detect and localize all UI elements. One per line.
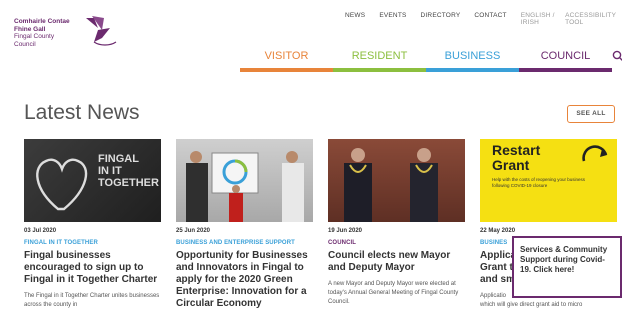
- logo-english-line1: Fingal County: [14, 33, 55, 40]
- image-caption-line2: IN IT: [98, 165, 122, 177]
- news-card[interactable]: FINGAL IN IT TOGETHER 03 Jul 2020 FINGAL…: [24, 139, 161, 310]
- news-title[interactable]: Opportunity for Businesses and Innovator…: [176, 250, 313, 310]
- image-caption-line1: FINGAL: [98, 153, 139, 165]
- nav-business-label: BUSINESS: [444, 50, 501, 62]
- bird-logo-icon: [86, 16, 117, 46]
- nav-visitor[interactable]: VISITOR: [240, 46, 333, 72]
- main-nav: VISITOR RESIDENT BUSINESS COUNCIL: [240, 46, 622, 72]
- nav-contact-link[interactable]: CONTACT: [474, 12, 506, 26]
- nav-resident-bar: [333, 68, 426, 72]
- covid-support-popup[interactable]: Services & Community Support during Covi…: [512, 236, 622, 298]
- nav-resident[interactable]: RESIDENT: [333, 46, 426, 72]
- nav-visitor-bar: [240, 68, 333, 72]
- nav-directory-link[interactable]: DIRECTORY: [421, 12, 461, 26]
- news-summary: The Fingal in it Together Charter unites…: [24, 293, 160, 308]
- news-title[interactable]: Fingal businesses encouraged to sign up …: [24, 250, 161, 286]
- logo-irish-line2: Fhine Gall: [14, 25, 46, 33]
- news-card-image: Restart Grant Help with the costs of reo…: [480, 139, 617, 222]
- latest-news-heading: Latest News: [24, 101, 140, 124]
- logo-english-line2: Council: [14, 40, 36, 48]
- news-category[interactable]: FINGAL IN IT TOGETHER: [24, 240, 161, 246]
- nav-business-bar: [426, 68, 519, 72]
- search-icon[interactable]: [612, 50, 622, 62]
- nav-council-label: COUNCIL: [540, 50, 591, 62]
- photo-illustration: [186, 151, 304, 222]
- nav-news-link[interactable]: NEWS: [345, 12, 365, 26]
- logo-text: Comhairle Contae Fhine Gall Fingal Count…: [14, 18, 70, 48]
- restart-grant-line2: Grant: [492, 157, 530, 173]
- council-logo[interactable]: Comhairle Contae Fhine Gall Fingal Count…: [14, 12, 124, 56]
- news-date: 03 Jul 2020: [24, 228, 57, 234]
- image-caption: FINGAL IN IT TOGETHER: [98, 153, 159, 189]
- photo-illustration: [344, 148, 438, 222]
- see-all-button[interactable]: SEE ALL: [567, 105, 615, 123]
- news-card[interactable]: 19 Jun 2020 COUNCIL Council elects new M…: [328, 139, 465, 307]
- news-card-image: [328, 139, 465, 222]
- nav-resident-label: RESIDENT: [351, 50, 408, 62]
- image-caption-line3: TOGETHER: [98, 177, 159, 189]
- news-card-image: FINGAL IN IT TOGETHER: [24, 139, 161, 222]
- nav-visitor-label: VISITOR: [264, 50, 309, 62]
- news-date: 25 Jun 2020: [176, 228, 211, 234]
- news-summary-line2: which will give direct grant aid to micr…: [480, 302, 583, 308]
- restart-grant-line1: Restart: [492, 142, 541, 158]
- news-card[interactable]: 25 Jun 2020 BUSINESS AND ENTERPRISE SUPP…: [176, 139, 313, 310]
- nav-business[interactable]: BUSINESS: [426, 46, 519, 72]
- utility-nav: NEWS EVENTS DIRECTORY CONTACT ENGLISH / …: [345, 12, 622, 26]
- restart-grant-subtext: Help with the costs of reopening your bu…: [492, 177, 586, 188]
- news-date: 19 Jun 2020: [328, 228, 363, 234]
- refresh-arrow-icon: [582, 145, 608, 162]
- news-category[interactable]: BUSINESS AND ENTERPRISE SUPPORT: [176, 240, 313, 246]
- nav-events-link[interactable]: EVENTS: [379, 12, 406, 26]
- nav-council-bar: [519, 68, 612, 72]
- accessibility-tools-link[interactable]: ACCESSIBILITY TOOL: [565, 12, 616, 26]
- news-category[interactable]: COUNCIL: [328, 240, 465, 246]
- news-summary: A new Mayor and Deputy Mayor were electe…: [328, 281, 459, 305]
- nav-council[interactable]: COUNCIL: [519, 46, 612, 72]
- language-toggle-link[interactable]: ENGLISH / IRISH: [521, 12, 559, 26]
- logo-irish-line1: Comhairle Contae: [14, 18, 70, 25]
- news-title[interactable]: Council elects new Mayor and Deputy Mayo…: [328, 250, 465, 274]
- news-card-image: [176, 139, 313, 222]
- restart-grant-heading: Restart Grant: [492, 143, 540, 173]
- news-date: 22 May 2020: [480, 228, 516, 234]
